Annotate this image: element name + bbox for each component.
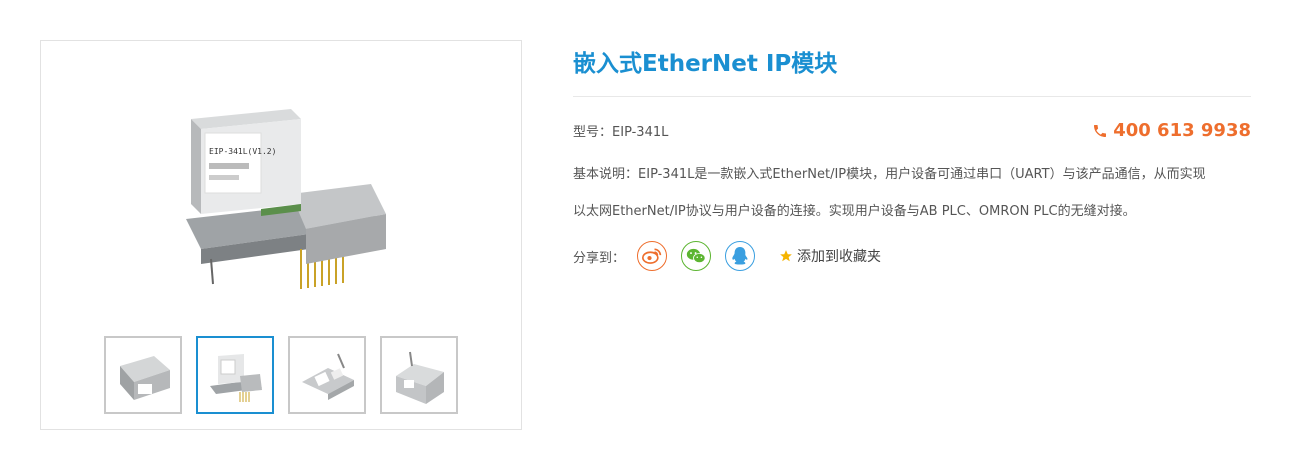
phone-text: 400 613 9938 bbox=[1113, 120, 1251, 141]
share-label: 分享到： bbox=[573, 250, 626, 266]
thumbnail-3[interactable] bbox=[288, 336, 366, 414]
weibo-share-button[interactable] bbox=[637, 241, 668, 271]
thumbnail-1[interactable] bbox=[104, 336, 182, 414]
qq-share-button[interactable] bbox=[725, 241, 756, 271]
title-divider bbox=[573, 96, 1251, 97]
wechat-share-button[interactable] bbox=[681, 241, 712, 271]
description-label: 基本说明： bbox=[573, 167, 639, 182]
description-text-1: EIP-341L是一款嵌入式EtherNet/IP模块，用户设备可通过串口（UA… bbox=[638, 167, 1206, 182]
product-info: 嵌入式EtherNet IP模块 型号：EIP-341L 400 613 993… bbox=[573, 0, 1251, 463]
favorite-label: 添加到收藏夹 bbox=[797, 249, 882, 265]
phone-icon bbox=[1094, 124, 1107, 137]
phone-number[interactable]: 400 613 9938 bbox=[1092, 120, 1251, 141]
product-description: 基本说明：EIP-341L是一款嵌入式EtherNet/IP模块，用户设备可通过… bbox=[573, 156, 1251, 230]
star-icon bbox=[780, 250, 792, 262]
module-label-text: EIP-341L(V1.2) bbox=[209, 147, 276, 156]
description-line-1: 基本说明：EIP-341L是一款嵌入式EtherNet/IP模块，用户设备可通过… bbox=[573, 156, 1251, 193]
product-gallery: EIP-341L(V1.2) bbox=[40, 40, 522, 430]
product-model: 型号：EIP-341L bbox=[573, 121, 668, 140]
thumbnail-2[interactable] bbox=[196, 336, 274, 414]
wechat-icon bbox=[686, 248, 706, 264]
share-bar: 分享到： 添加到收藏夹 bbox=[573, 238, 881, 274]
description-line-2: 以太网EtherNet/IP协议与用户设备的连接。实现用户设备与AB PLC、O… bbox=[573, 204, 1136, 219]
product-title: 嵌入式EtherNet IP模块 bbox=[573, 51, 838, 77]
main-product-image: EIP-341L(V1.2) bbox=[171, 99, 401, 299]
add-to-favorites-button[interactable]: 添加到收藏夹 bbox=[779, 246, 881, 266]
model-label: 型号： bbox=[573, 125, 613, 140]
model-value: EIP-341L bbox=[612, 125, 669, 140]
qq-icon bbox=[732, 247, 748, 265]
weibo-icon bbox=[642, 248, 662, 264]
thumbnail-4[interactable] bbox=[380, 336, 458, 414]
